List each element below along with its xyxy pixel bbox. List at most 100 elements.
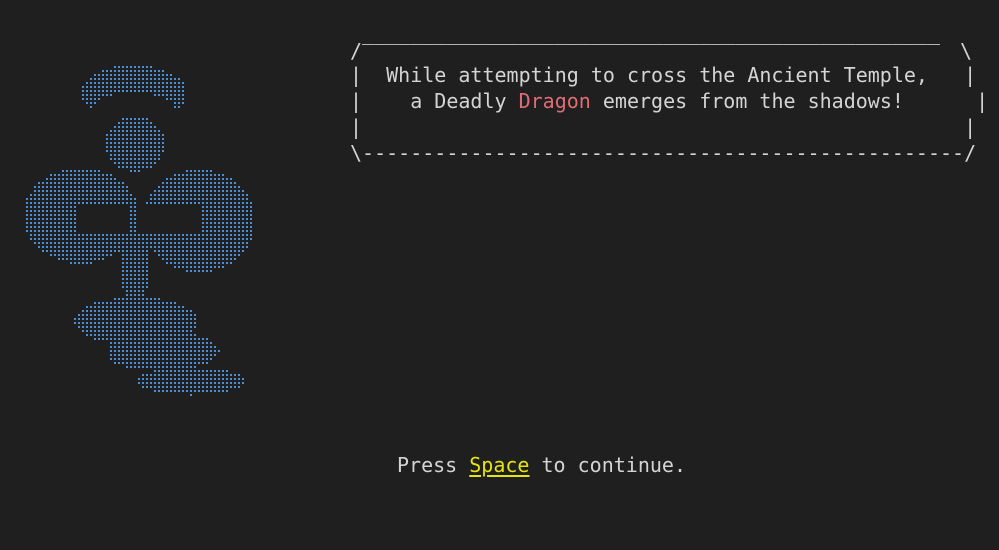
art-dot: [122, 350, 124, 352]
art-dot: [118, 302, 120, 304]
art-dot: [218, 370, 220, 372]
art-dot: [214, 266, 216, 268]
art-dot: [190, 322, 192, 324]
art-dot: [86, 238, 88, 240]
art-dot: [166, 326, 168, 328]
art-dot: [174, 198, 176, 200]
art-dot: [58, 202, 60, 204]
art-dot: [182, 362, 184, 364]
art-dot: [138, 378, 140, 380]
art-dot: [170, 238, 172, 240]
art-dot: [122, 250, 124, 252]
art-dot: [222, 386, 224, 388]
art-dot: [94, 314, 96, 316]
art-dot: [198, 370, 200, 372]
art-dot: [186, 310, 188, 312]
art-dot: [218, 218, 220, 220]
art-dot: [142, 250, 144, 252]
art-dot: [150, 74, 152, 76]
art-dot: [114, 198, 116, 200]
art-dot: [122, 346, 124, 348]
art-dot: [158, 246, 160, 248]
art-dot: [138, 126, 140, 128]
art-dot: [174, 174, 176, 176]
art-dot: [130, 74, 132, 76]
art-dot: [66, 194, 68, 196]
art-dot: [234, 186, 236, 188]
art-dot: [210, 246, 212, 248]
art-dot: [134, 230, 136, 232]
art-dot: [142, 138, 144, 140]
art-dot: [146, 354, 148, 356]
art-dot: [130, 142, 132, 144]
art-dot: [134, 286, 136, 288]
art-dot: [46, 234, 48, 236]
art-dot: [190, 198, 192, 200]
art-dot: [198, 378, 200, 380]
art-dot: [122, 198, 124, 200]
art-dot: [162, 318, 164, 320]
art-dot: [234, 246, 236, 248]
art-dot: [142, 142, 144, 144]
art-dot: [118, 318, 120, 320]
art-dot: [166, 306, 168, 308]
art-dot: [214, 238, 216, 240]
art-dot: [170, 374, 172, 376]
art-dot: [170, 242, 172, 244]
art-dot: [198, 390, 200, 392]
art-dot: [114, 250, 116, 252]
art-dot: [26, 210, 28, 212]
art-dot: [146, 334, 148, 336]
art-dot: [134, 246, 136, 248]
art-dot: [146, 322, 148, 324]
art-dot: [106, 86, 108, 88]
art-dot: [206, 390, 208, 392]
art-dot: [130, 358, 132, 360]
art-dot: [42, 242, 44, 244]
art-dot: [214, 382, 216, 384]
art-dot: [34, 202, 36, 204]
art-dot: [250, 230, 252, 232]
art-dot: [130, 206, 132, 208]
art-dot: [206, 342, 208, 344]
art-dot: [146, 86, 148, 88]
art-dot: [74, 318, 76, 320]
art-dot: [206, 186, 208, 188]
art-dot: [146, 246, 148, 248]
art-dot: [94, 174, 96, 176]
art-dot: [202, 246, 204, 248]
art-dot: [210, 178, 212, 180]
art-dot: [150, 374, 152, 376]
art-dot: [186, 254, 188, 256]
art-dot: [230, 182, 232, 184]
art-dot: [110, 90, 112, 92]
art-dot: [214, 254, 216, 256]
art-dot: [114, 354, 116, 356]
art-dot: [138, 86, 140, 88]
art-dot: [38, 234, 40, 236]
art-dot: [170, 382, 172, 384]
art-dot: [74, 186, 76, 188]
space-key-hint[interactable]: Space: [469, 453, 529, 477]
art-dot: [158, 370, 160, 372]
art-dot: [134, 130, 136, 132]
art-dot: [126, 82, 128, 84]
art-dot: [234, 226, 236, 228]
art-dot: [66, 250, 68, 252]
art-dot: [182, 266, 184, 268]
art-dot: [78, 190, 80, 192]
art-dot: [118, 250, 120, 252]
art-dot: [106, 174, 108, 176]
art-dot: [162, 330, 164, 332]
art-dot: [190, 390, 192, 392]
art-dot: [82, 198, 84, 200]
art-dot: [178, 102, 180, 104]
art-dot: [178, 346, 180, 348]
art-dot: [74, 178, 76, 180]
art-dot: [174, 374, 176, 376]
art-dot: [154, 234, 156, 236]
art-dot: [158, 350, 160, 352]
art-dot: [98, 182, 100, 184]
art-dot: [222, 226, 224, 228]
art-dot: [126, 154, 128, 156]
